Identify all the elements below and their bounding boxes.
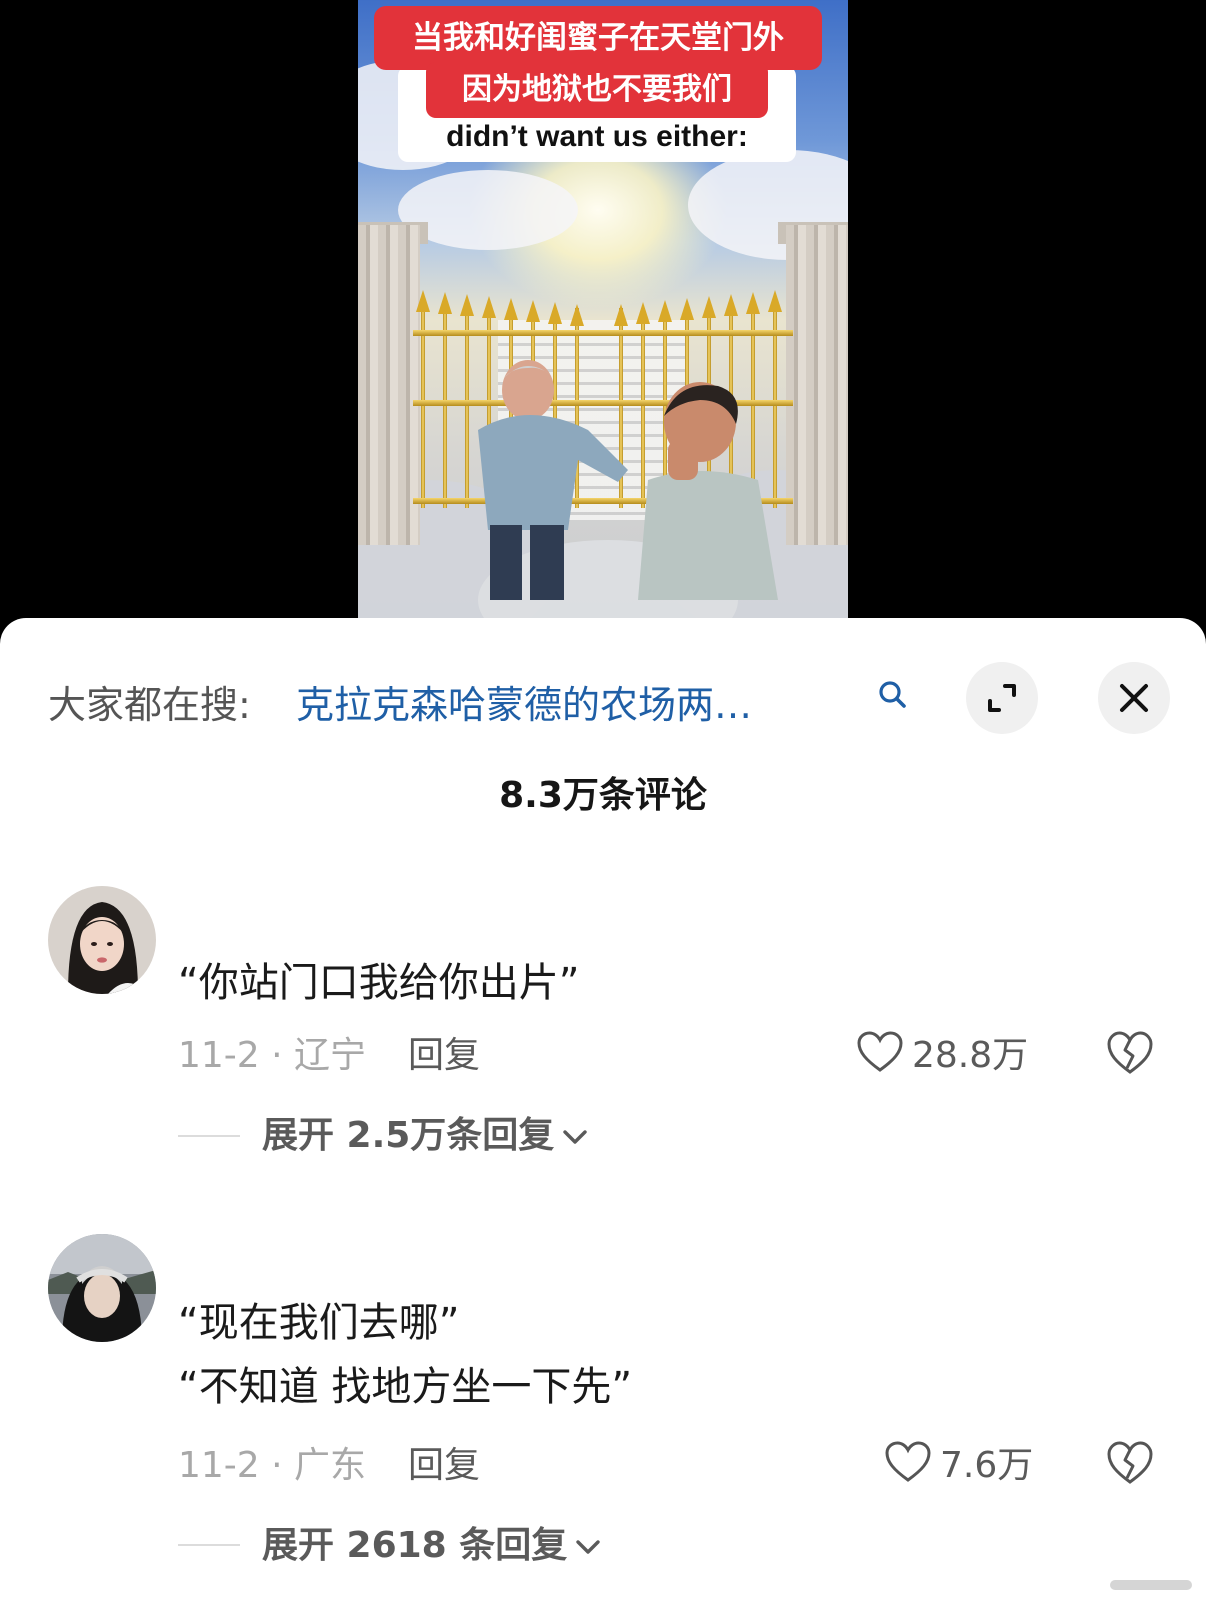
gate-spike — [746, 292, 760, 314]
gate-spike — [636, 302, 650, 324]
gate-spike — [768, 290, 782, 312]
trending-search-row: 大家都在搜: 克拉克森哈蒙德的农场两… — [48, 662, 1170, 734]
trending-search-prefix: 大家都在搜: — [48, 683, 251, 727]
avatar-image — [48, 886, 156, 994]
heart-icon[interactable] — [856, 1030, 904, 1074]
expand-replies-button[interactable]: 展开 2618 条回复 — [262, 1516, 601, 1568]
gate-spike — [438, 292, 452, 314]
person-right — [638, 382, 778, 600]
gate-spike — [526, 300, 540, 322]
gate-spike — [680, 298, 694, 320]
expand-replies-label: 展开 2618 条回复 — [262, 1525, 568, 1566]
broken-heart-icon[interactable] — [1106, 1030, 1154, 1076]
watermark-logo — [1110, 1580, 1192, 1590]
search-icon[interactable] — [876, 678, 910, 712]
gate-spike — [658, 300, 672, 322]
video-player[interactable]: didn’t want us either: 当我和好闺蜜子在天堂门外 因为地狱… — [0, 0, 1206, 640]
gate-spike — [702, 296, 716, 318]
like-count: 28.8万 — [912, 1035, 1029, 1076]
caption-chinese-line1: 当我和好闺蜜子在天堂门外 — [374, 6, 822, 70]
video-frame: didn’t want us either: 当我和好闺蜜子在天堂门外 因为地狱… — [358, 0, 848, 640]
comment-text: “你站门口我给你出片” — [178, 960, 580, 1006]
reply-button[interactable]: 回复 — [408, 1026, 480, 1078]
avatar[interactable] — [48, 1234, 156, 1342]
gate-spike — [482, 296, 496, 318]
comment-text: “现在我们去哪” — [178, 1300, 460, 1346]
close-icon — [1120, 684, 1148, 712]
broken-heart-icon[interactable] — [1106, 1440, 1154, 1486]
heart-icon[interactable] — [884, 1440, 932, 1484]
gate-spike — [460, 294, 474, 316]
gate-rail — [413, 330, 793, 336]
avatar-image — [48, 1234, 156, 1342]
comment-date-location: 11-2 · 广东 — [178, 1445, 367, 1486]
comment-text: “不知道 找地方坐一下先” — [178, 1364, 633, 1410]
pillar-left — [358, 225, 420, 545]
gate-bar — [421, 308, 425, 508]
expand-icon — [988, 684, 1016, 712]
avatar[interactable] — [48, 886, 156, 994]
gate-spike — [570, 304, 584, 326]
close-button[interactable] — [1098, 662, 1170, 734]
expand-replies-label: 展开 2.5万条回复 — [262, 1115, 555, 1156]
comment-count-title: 8.3万条评论 — [499, 775, 707, 816]
gate-spike — [724, 294, 738, 316]
trending-search-link[interactable]: 克拉克森哈蒙德的农场两… — [296, 674, 886, 729]
expand-replies-button[interactable]: 展开 2.5万条回复 — [262, 1106, 588, 1158]
chevron-down-icon — [563, 1130, 588, 1144]
comment-date-location: 11-2 · 辽宁 — [178, 1035, 367, 1076]
expand-button[interactable] — [966, 662, 1038, 734]
divider-line — [178, 1135, 240, 1137]
caption-chinese-line2: 因为地狱也不要我们 — [426, 62, 768, 118]
caption-english: didn’t want us either: — [446, 120, 748, 153]
reply-button[interactable]: 回复 — [408, 1436, 480, 1488]
gate-spike — [548, 302, 562, 324]
chevron-down-icon — [576, 1540, 600, 1554]
gate-spike — [416, 290, 430, 312]
pillar-right — [786, 225, 848, 545]
like-count: 7.6万 — [940, 1445, 1034, 1486]
gate-spike — [614, 304, 628, 326]
gate-spike — [504, 298, 518, 320]
divider-line — [178, 1544, 240, 1546]
comment-sheet: 大家都在搜: 克拉克森哈蒙德的农场两… 8.3万条评论 “你站门口我给你出片” … — [0, 618, 1206, 1608]
